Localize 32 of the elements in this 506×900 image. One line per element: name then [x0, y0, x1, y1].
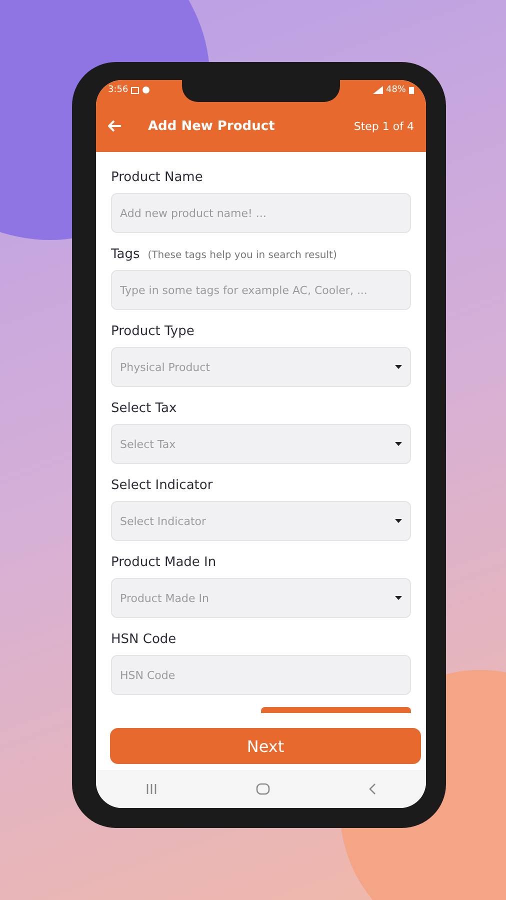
signal-icon: [372, 86, 383, 94]
input-field[interactable]: Type in some tags for example AC, Cooler, ...: [111, 270, 411, 310]
field-label: Product Name: [111, 170, 203, 185]
dropdown-field[interactable]: Product Made In: [111, 578, 411, 618]
dropdown-field[interactable]: Select Indicator: [111, 501, 411, 541]
image-icon: [131, 86, 140, 94]
home-icon[interactable]: [256, 783, 270, 795]
chat-icon: [142, 86, 150, 94]
back-arrow-icon[interactable]: [108, 120, 122, 132]
battery-level: 48%: [386, 85, 406, 95]
field-label: Product Made In: [111, 555, 216, 570]
field-label: Select Indicator: [111, 478, 213, 493]
caret-icon: [395, 365, 402, 369]
field-label: Select Tax: [111, 401, 177, 416]
dropdown-field[interactable]: Select Tax: [111, 424, 411, 464]
field-hint: (These tags help you in search result): [148, 250, 337, 261]
recent-apps-icon[interactable]: [146, 784, 157, 794]
step-indicator: Step 1 of 4: [354, 120, 414, 132]
input-field[interactable]: Add new product name! ...: [111, 193, 411, 233]
field-label: HSN Code: [111, 632, 176, 647]
input-field[interactable]: HSN Code: [111, 655, 411, 695]
status-time: 3:56: [108, 85, 128, 95]
back-icon[interactable]: [369, 783, 376, 795]
screen-title: Add New Product: [148, 118, 276, 134]
dropdown-field[interactable]: Physical Product: [111, 347, 411, 387]
field-label: Tags: [111, 247, 140, 262]
caret-icon: [395, 519, 402, 523]
next-button[interactable]: Next: [110, 728, 421, 764]
field-label: Product Type: [111, 324, 194, 339]
caret-icon: [395, 596, 402, 600]
caret-icon: [395, 442, 402, 446]
battery-icon: [409, 86, 414, 94]
